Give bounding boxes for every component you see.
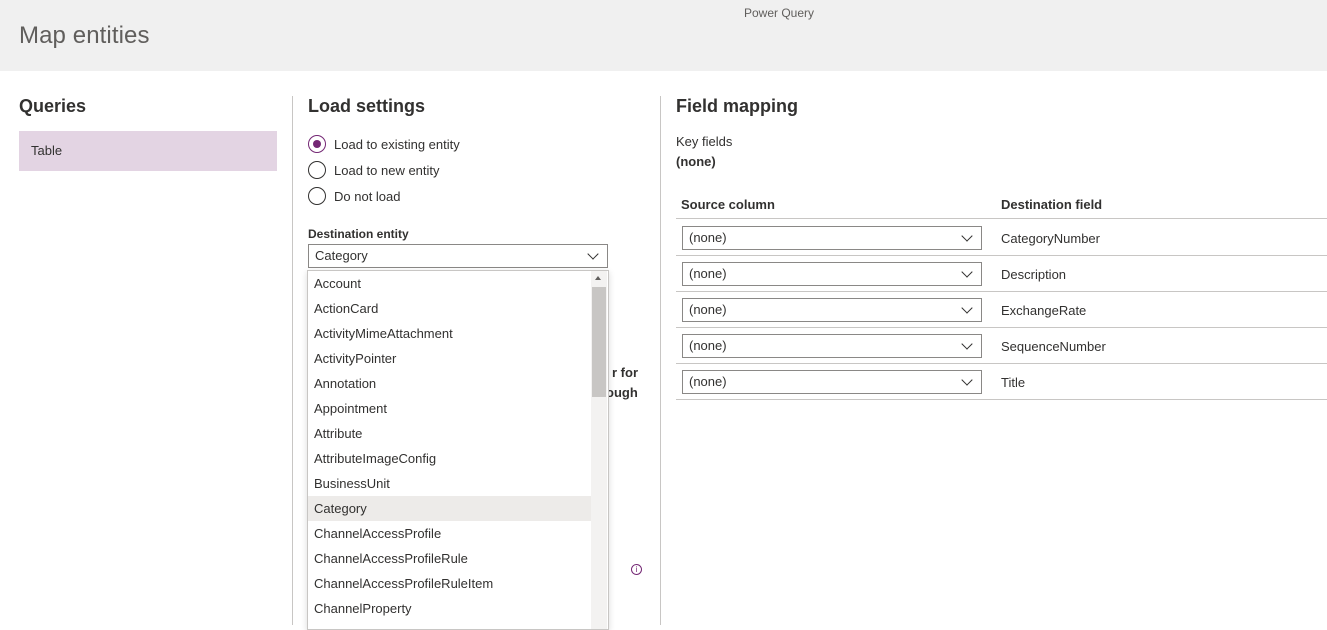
source-column-value: (none)	[689, 230, 727, 245]
dropdown-option-selected[interactable]: Category	[308, 496, 592, 521]
panel-divider	[292, 96, 293, 625]
radio-label: Load to new entity	[334, 162, 440, 178]
dropdown-option[interactable]: Annotation	[308, 371, 592, 396]
table-row-divider	[676, 291, 1327, 292]
source-column-value: (none)	[689, 266, 727, 281]
scroll-up-arrow-icon[interactable]	[595, 276, 601, 280]
dropdown-option[interactable]: Appointment	[308, 396, 592, 421]
table-row-divider	[676, 363, 1327, 364]
radio-button[interactable]	[308, 135, 326, 153]
chevron-down-icon	[961, 230, 973, 242]
radio-label: Do not load	[334, 188, 401, 204]
table-row-divider	[676, 327, 1327, 328]
panel-divider	[660, 96, 661, 625]
page-title: Map entities	[19, 22, 150, 49]
source-column-select[interactable]: (none)	[682, 298, 982, 322]
chevron-down-icon	[961, 266, 973, 278]
source-column-select[interactable]: (none)	[682, 226, 982, 250]
dropdown-option[interactable]: BusinessUnit	[308, 471, 592, 496]
table-row-divider	[676, 399, 1327, 400]
dropdown-option[interactable]: ActionCard	[308, 296, 592, 321]
destination-field: Title	[1001, 375, 1026, 390]
destination-field: ExchangeRate	[1001, 303, 1087, 318]
source-column-value: (none)	[689, 338, 727, 353]
chevron-down-icon	[961, 374, 973, 386]
radio-load-existing[interactable]: Load to existing entity	[308, 134, 460, 154]
destination-entity-value: Category	[315, 248, 368, 263]
info-icon[interactable]: i	[631, 564, 642, 575]
scrollbar-thumb[interactable]	[592, 287, 606, 397]
dropdown-option[interactable]: ChannelAccessProfileRule	[308, 546, 592, 571]
source-column-select[interactable]: (none)	[682, 262, 982, 286]
dropdown-option[interactable]: ChannelAccessProfileRuleItem	[308, 571, 592, 596]
key-fields-label: Key fields	[676, 134, 733, 149]
destination-field: SequenceNumber	[1001, 339, 1106, 354]
source-column-select[interactable]: (none)	[682, 334, 982, 358]
dropdown-option[interactable]: ActivityPointer	[308, 346, 592, 371]
source-column-select[interactable]: (none)	[682, 370, 982, 394]
query-item-table[interactable]: Table	[19, 131, 277, 171]
dropdown-option[interactable]: AttributeImageConfig	[308, 446, 592, 471]
key-fields-value: (none)	[676, 154, 716, 169]
destination-field-header: Destination field	[1001, 197, 1103, 212]
destination-field: CategoryNumber	[1001, 231, 1100, 246]
field-mapping-title: Field mapping	[676, 96, 799, 116]
dropdown-option[interactable]: ChannelAccessProfile	[308, 521, 592, 546]
radio-load-new[interactable]: Load to new entity	[308, 160, 440, 180]
radio-button[interactable]	[308, 161, 326, 179]
load-settings-title: Load settings	[308, 96, 426, 116]
radio-button[interactable]	[308, 187, 326, 205]
chevron-down-icon	[961, 338, 973, 350]
queries-title: Queries	[19, 96, 87, 116]
header-bar: Power Query Map entities	[0, 0, 1327, 71]
destination-entity-dropdown[interactable]: Account ActionCard ActivityMimeAttachmen…	[307, 270, 609, 630]
dropdown-option[interactable]: ChannelProperty	[308, 596, 592, 621]
table-row-divider	[676, 255, 1327, 256]
destination-field: Description	[1001, 267, 1067, 282]
source-column-value: (none)	[689, 302, 727, 317]
source-column-header: Source column	[681, 197, 775, 212]
obscured-text: r for	[612, 365, 638, 380]
radio-label: Load to existing entity	[334, 136, 460, 152]
radio-do-not-load[interactable]: Do not load	[308, 186, 401, 206]
destination-entity-select[interactable]: Category	[308, 244, 608, 268]
table-divider	[676, 218, 1327, 219]
source-column-value: (none)	[689, 374, 727, 389]
obscured-text: ough	[606, 385, 638, 400]
destination-entity-label: Destination entity	[308, 227, 409, 241]
app-title: Power Query	[743, 6, 815, 20]
dropdown-option[interactable]: Account	[308, 271, 592, 296]
chevron-down-icon	[961, 302, 973, 314]
dropdown-option[interactable]: ActivityMimeAttachment	[308, 321, 592, 346]
dropdown-scrollbar[interactable]	[591, 271, 607, 629]
chevron-down-icon	[587, 248, 599, 260]
dropdown-option[interactable]: Attribute	[308, 421, 592, 446]
